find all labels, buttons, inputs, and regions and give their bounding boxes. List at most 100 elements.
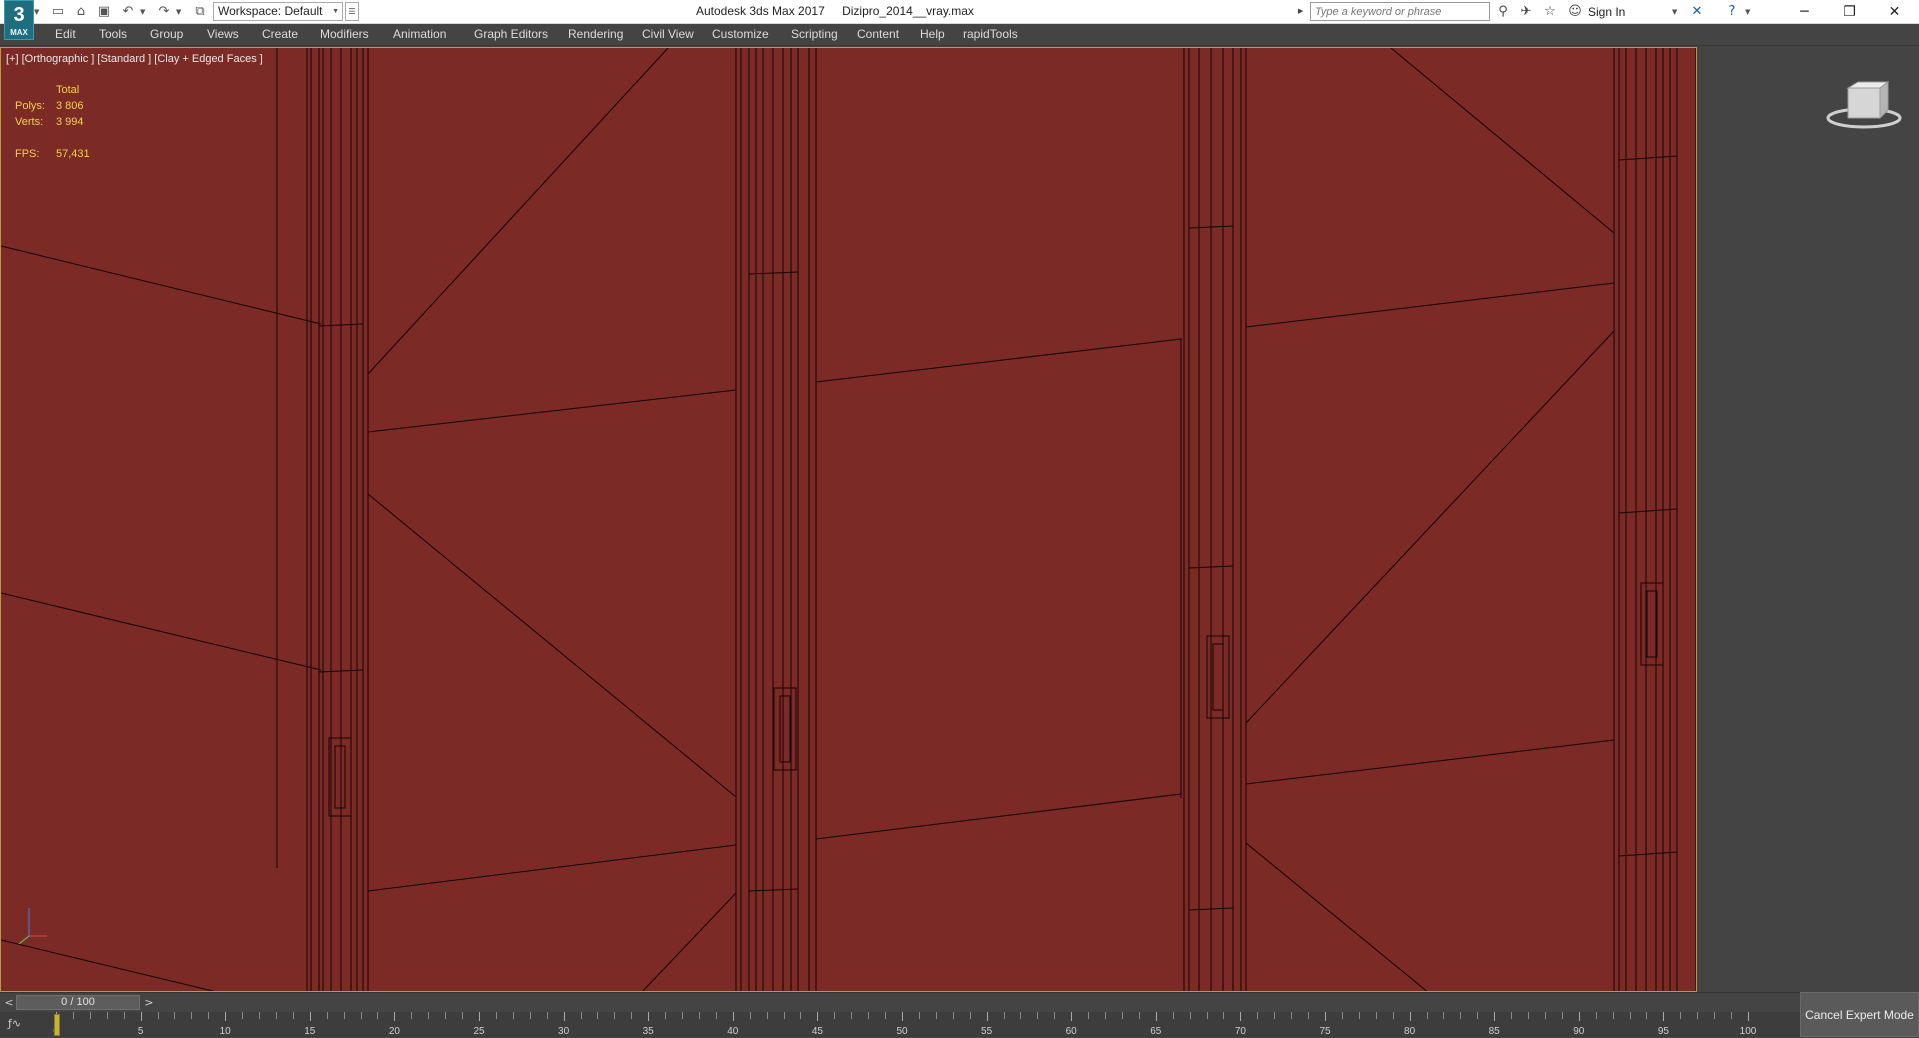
menu-rapidtools[interactable]: rapidTools bbox=[963, 27, 1018, 41]
current-frame-indicator[interactable] bbox=[54, 1014, 60, 1036]
frame-tick bbox=[512, 1012, 514, 1019]
frame-tick bbox=[1697, 1012, 1699, 1019]
frame-tick-label: 55 bbox=[981, 1026, 993, 1037]
frame-tick bbox=[868, 1012, 870, 1019]
menu-group[interactable]: Group bbox=[150, 27, 183, 41]
frame-tick bbox=[1274, 1012, 1276, 1019]
menu-scripting[interactable]: Scripting bbox=[791, 27, 838, 41]
frame-tick bbox=[631, 1012, 633, 1019]
viewport-label[interactable]: [+] [Orthographic ] [Standard ] [Clay + … bbox=[6, 53, 263, 65]
app-menu-dropdown-icon[interactable]: ▼ bbox=[34, 3, 42, 21]
project-folder-icon[interactable]: ⧉ bbox=[190, 3, 210, 21]
frame-tick bbox=[563, 1012, 565, 1021]
frame-tick bbox=[986, 1012, 988, 1021]
frame-ruler[interactable]: 0510152025303540455055606570758085909510… bbox=[53, 1012, 1756, 1037]
frame-tick bbox=[851, 1012, 853, 1019]
frame-tick bbox=[902, 1012, 903, 1021]
workspace-menu-button[interactable]: ☰ bbox=[345, 2, 359, 21]
frame-tick bbox=[1612, 1012, 1614, 1019]
frame-tick bbox=[479, 1012, 480, 1021]
frame-tick bbox=[614, 1012, 616, 1019]
search-input[interactable] bbox=[1310, 2, 1490, 21]
menu-customize[interactable]: Customize bbox=[712, 27, 769, 41]
frame-tick bbox=[428, 1012, 430, 1019]
star-icon[interactable]: ☆ bbox=[1540, 2, 1560, 22]
menu-graph-editors[interactable]: Graph Editors bbox=[474, 27, 548, 41]
frame-tick bbox=[885, 1012, 887, 1019]
frame-tick bbox=[529, 1012, 531, 1019]
new-file-icon[interactable]: ▭ bbox=[48, 3, 68, 21]
frame-tick-label: 5 bbox=[137, 1026, 144, 1037]
workspace-select[interactable]: Workspace: Default ▼ bbox=[213, 2, 343, 21]
frame-tick bbox=[259, 1012, 261, 1019]
redo-icon[interactable]: ↷ bbox=[154, 3, 174, 21]
menu-modifiers[interactable]: Modifiers bbox=[320, 27, 369, 41]
sign-in-button[interactable]: Sign In bbox=[1588, 5, 1625, 19]
frame-tick-label: 70 bbox=[1234, 1026, 1246, 1037]
frame-tick bbox=[1054, 1012, 1056, 1019]
search-expand-icon[interactable]: ▶ bbox=[1298, 2, 1308, 21]
frame-tick bbox=[394, 1012, 396, 1021]
restore-button[interactable]: ❐ bbox=[1827, 0, 1872, 24]
menu-civil-view[interactable]: Civil View bbox=[642, 27, 694, 41]
menu-tools[interactable]: Tools bbox=[99, 27, 127, 41]
frame-tick bbox=[580, 1012, 582, 1019]
frame-tick bbox=[732, 1012, 734, 1021]
frame-tick bbox=[445, 1012, 447, 1019]
frame-tick bbox=[546, 1012, 548, 1019]
undo-icon[interactable]: ↶ bbox=[118, 3, 138, 21]
viewcube-icon[interactable] bbox=[1824, 80, 1904, 136]
window-title: Autodesk 3ds Max 2017 Dizipro_2014__vray… bbox=[696, 4, 974, 18]
menu-content[interactable]: Content bbox=[857, 27, 899, 41]
open-file-icon[interactable]: ⌂ bbox=[71, 3, 91, 21]
frame-tick bbox=[597, 1012, 599, 1019]
frame-tick bbox=[1392, 1012, 1394, 1019]
menu-help[interactable]: Help bbox=[920, 27, 945, 41]
frame-tick bbox=[292, 1012, 294, 1019]
redo-dropdown-icon[interactable]: ▼ bbox=[176, 3, 184, 21]
frame-tick-label: 30 bbox=[558, 1026, 570, 1037]
frame-tick bbox=[89, 1012, 91, 1019]
menu-animation[interactable]: Animation bbox=[393, 27, 446, 41]
frame-tick bbox=[1443, 1012, 1445, 1019]
menu-create[interactable]: Create bbox=[262, 27, 298, 41]
communication-center-icon[interactable]: ✈ bbox=[1516, 2, 1536, 22]
binoculars-icon[interactable]: ⚲ bbox=[1493, 2, 1513, 22]
frame-tick bbox=[935, 1012, 937, 1019]
frame-tick bbox=[106, 1012, 108, 1019]
save-icon[interactable]: ▣ bbox=[94, 3, 114, 21]
previous-frame-button[interactable]: < bbox=[2, 995, 16, 1010]
help-icon[interactable]: ? bbox=[1722, 2, 1742, 22]
minimize-button[interactable]: ─ bbox=[1782, 0, 1827, 24]
frame-tick bbox=[1071, 1012, 1073, 1021]
frame-tick bbox=[1105, 1012, 1107, 1019]
undo-dropdown-icon[interactable]: ▼ bbox=[140, 3, 148, 21]
frame-tick bbox=[1088, 1012, 1090, 1019]
menu-views[interactable]: Views bbox=[207, 27, 239, 41]
frame-tick bbox=[1629, 1012, 1631, 1019]
time-slider[interactable]: 0 / 100 bbox=[16, 995, 140, 1010]
frame-tick-label: 65 bbox=[1150, 1026, 1162, 1037]
menu-rendering[interactable]: Rendering bbox=[568, 27, 623, 41]
app-menu-button[interactable]: 3 MAX bbox=[4, 0, 34, 40]
frame-tick bbox=[1291, 1012, 1293, 1019]
frame-tick bbox=[1528, 1012, 1530, 1019]
frame-tick bbox=[1748, 1012, 1749, 1021]
menu-edit[interactable]: Edit bbox=[55, 27, 76, 41]
sign-in-dropdown-icon[interactable]: ▼ bbox=[1672, 3, 1680, 21]
cancel-expert-mode-button[interactable]: Cancel Expert Mode bbox=[1800, 992, 1919, 1037]
frame-tick bbox=[1477, 1012, 1479, 1019]
frame-tick bbox=[1206, 1012, 1208, 1019]
app-logo-text: 3 bbox=[13, 4, 25, 26]
orthographic-viewport[interactable]: [+] [Orthographic ] [Standard ] [Clay + … bbox=[0, 47, 1697, 992]
frame-tick bbox=[242, 1012, 244, 1019]
exchange-apps-icon[interactable]: ✕ bbox=[1687, 2, 1707, 22]
frame-tick bbox=[952, 1012, 954, 1019]
mini-curve-editor-icon[interactable]: ƒ∿ bbox=[8, 1015, 34, 1033]
next-frame-button[interactable]: > bbox=[142, 995, 156, 1010]
user-icon[interactable]: ☺ bbox=[1565, 2, 1585, 22]
frame-tick-label: 95 bbox=[1657, 1026, 1669, 1037]
close-button[interactable]: ✕ bbox=[1872, 0, 1917, 24]
help-dropdown-icon[interactable]: ▼ bbox=[1745, 3, 1753, 21]
frame-tick bbox=[1426, 1012, 1428, 1019]
